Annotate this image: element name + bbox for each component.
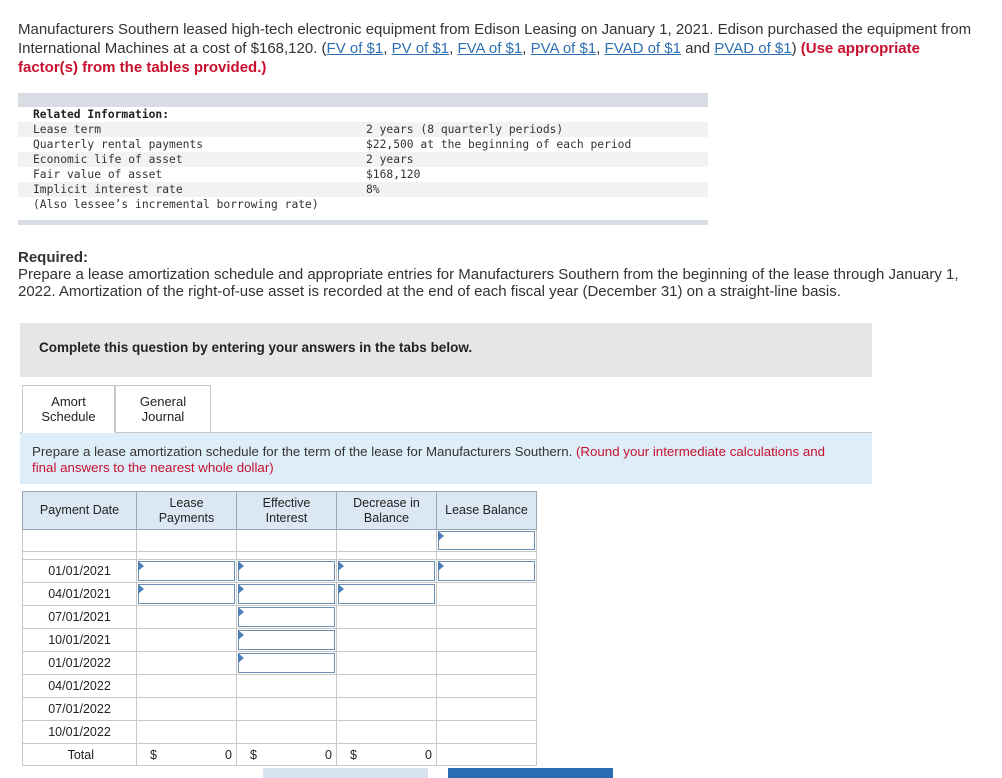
header-lease-balance: Lease Balance <box>436 491 537 530</box>
header-decrease-balance: Decrease in Balance <box>336 491 437 530</box>
payment-date: 04/01/2021 <box>22 582 137 606</box>
header-lease-payments: Lease Payments <box>136 491 237 530</box>
total-label: Total <box>22 743 137 766</box>
effective-interest-input[interactable] <box>238 607 335 627</box>
table-row: 07/01/2021 <box>22 605 537 629</box>
table-row: 04/01/2021 <box>22 582 537 606</box>
required-text: Prepare a lease amortization schedule an… <box>18 266 959 300</box>
complete-banner-text: Complete this question by entering your … <box>39 340 473 355</box>
prev-tab-button[interactable] <box>263 768 428 778</box>
header-effective-interest: Effective Interest <box>236 491 337 530</box>
effective-interest-input[interactable] <box>238 561 335 581</box>
payment-date: 07/01/2022 <box>22 697 137 721</box>
lease-payment-input[interactable] <box>138 561 235 581</box>
payment-date: 01/01/2022 <box>22 651 137 675</box>
tab-instructions: Prepare a lease amortization schedule fo… <box>20 432 872 484</box>
header-payment-date: Payment Date <box>22 491 137 530</box>
table-row: 10/01/2022 <box>22 720 537 744</box>
tab-general-journal[interactable]: General Journal <box>115 385 211 432</box>
info-row: Implicit interest rate 8% <box>18 182 708 197</box>
decrease-balance-input[interactable] <box>338 584 435 604</box>
decrease-balance-input[interactable] <box>338 561 435 581</box>
table-row-initial <box>22 529 537 552</box>
close-paren: ) <box>791 40 797 57</box>
pv-link[interactable]: PV of $1 <box>392 40 450 57</box>
fv-link[interactable]: FV of $1 <box>327 40 384 57</box>
info-heading: Related Information: <box>33 108 170 121</box>
payment-date: 10/01/2021 <box>22 628 137 652</box>
table-row: 10/01/2021 <box>22 628 537 652</box>
pva-link[interactable]: PVA of $1 <box>531 40 597 57</box>
table-row: 01/01/2022 <box>22 651 537 675</box>
effective-interest-input[interactable] <box>238 630 335 650</box>
payment-date: 07/01/2021 <box>22 605 137 629</box>
next-tab-button[interactable] <box>448 768 613 778</box>
payment-date: 04/01/2022 <box>22 674 137 698</box>
required-section: Required: Prepare a lease amortization s… <box>18 249 978 300</box>
fvad-link[interactable]: FVAD of $1 <box>605 40 681 57</box>
lease-balance-input[interactable] <box>438 561 535 581</box>
info-bottom-bar <box>18 220 708 225</box>
total-row: Total $0 $0 $0 <box>22 743 537 766</box>
instruction-text: Prepare a lease amortization schedule fo… <box>32 444 576 459</box>
complete-banner: Complete this question by entering your … <box>20 323 872 377</box>
info-row: Fair value of asset $168,120 <box>33 168 421 181</box>
pvad-link[interactable]: PVAD of $1 <box>714 40 791 57</box>
info-row: Lease term 2 years (8 quarterly periods) <box>18 122 708 137</box>
table-row: 04/01/2022 <box>22 674 537 698</box>
info-row: Economic life of asset 2 years <box>18 152 708 167</box>
info-row: Quarterly rental payments $22,500 at the … <box>33 138 632 151</box>
initial-lease-balance-input[interactable] <box>438 531 535 550</box>
problem-intro: Manufacturers Southern leased high-tech … <box>18 21 972 76</box>
effective-interest-input[interactable] <box>238 584 335 604</box>
total-decrease-balance: $0 <box>336 743 437 766</box>
info-top-bar <box>18 93 708 107</box>
header-row: Payment Date Lease Payments Effective Inte… <box>22 491 537 530</box>
total-effective-interest: $0 <box>236 743 337 766</box>
lease-payment-input[interactable] <box>138 584 235 604</box>
related-info-panel: Related Information: Lease term 2 years (… <box>18 93 708 225</box>
and-word: and <box>680 40 715 57</box>
effective-interest-input[interactable] <box>238 653 335 673</box>
payment-date: 10/01/2022 <box>22 720 137 744</box>
amortization-table: Payment Date Lease Payments Effective Inte… <box>22 491 537 766</box>
spacer-row <box>22 551 537 560</box>
info-heading-row: Related Information: <box>18 107 708 122</box>
fva-link[interactable]: FVA of $1 <box>457 40 522 57</box>
table-row: 07/01/2022 <box>22 697 537 721</box>
info-row: (Also lessee’s incremental borrowing rat… <box>33 198 319 211</box>
payment-date: 01/01/2021 <box>22 559 137 583</box>
required-title: Required: <box>18 249 89 266</box>
total-lease-payments: $0 <box>136 743 237 766</box>
tab-amort-schedule[interactable]: Amort Schedule <box>22 385 115 433</box>
table-row: 01/01/2021 <box>22 559 537 583</box>
